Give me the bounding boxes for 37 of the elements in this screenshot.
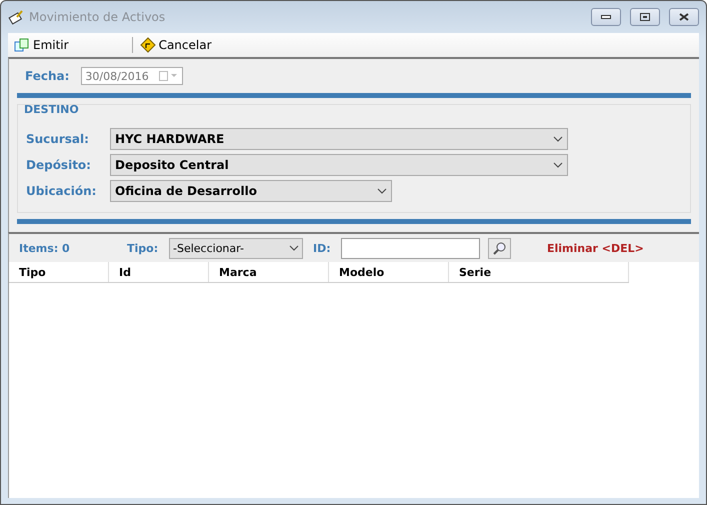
type-dropdown[interactable]: -Seleccionar-	[169, 238, 303, 258]
minimize-icon	[601, 15, 611, 19]
documents-icon	[14, 38, 30, 52]
minimize-button[interactable]	[591, 8, 621, 26]
chevron-icon	[377, 188, 387, 194]
column-header[interactable]: Tipo	[9, 262, 109, 282]
dropdown[interactable]: Deposito Central	[110, 154, 568, 176]
id-field[interactable]	[341, 238, 480, 258]
delete-hint: Eliminar <DEL>	[547, 242, 645, 254]
search-icon	[492, 241, 508, 255]
column-header[interactable]: Serie	[449, 262, 629, 282]
maximize-icon	[640, 13, 650, 21]
type-label: Tipo:	[127, 242, 160, 254]
column-header[interactable]: Marca	[209, 262, 329, 282]
dropdown[interactable]: HYC HARDWARE	[110, 128, 568, 150]
field-label: Ubicación:	[26, 184, 98, 198]
id-label: ID:	[313, 242, 332, 254]
column-header[interactable]: Modelo	[329, 262, 449, 282]
cancel-button[interactable]: Cancelar	[136, 34, 215, 56]
group-title: DESTINO	[24, 103, 80, 116]
sign-icon	[140, 37, 156, 53]
window-title: Movimiento de Activos	[29, 10, 166, 24]
column-header[interactable]: Id	[109, 262, 209, 282]
dropdown[interactable]: Oficina de Desarrollo	[110, 180, 392, 202]
chevron-icon	[553, 162, 563, 168]
items-count: Items: 0	[19, 242, 71, 254]
chevron-icon	[553, 136, 563, 142]
maximize-button[interactable]	[630, 8, 660, 26]
close-button[interactable]	[669, 8, 699, 26]
calendar-icon	[159, 71, 180, 81]
emit-button[interactable]: Emitir	[11, 34, 72, 56]
chevron-icon	[289, 245, 299, 251]
field-label: Depósito:	[26, 158, 92, 172]
close-icon	[679, 13, 689, 21]
search-button[interactable]	[488, 238, 511, 258]
date-label: Fecha:	[25, 69, 70, 83]
field-label: Sucursal:	[26, 132, 90, 146]
